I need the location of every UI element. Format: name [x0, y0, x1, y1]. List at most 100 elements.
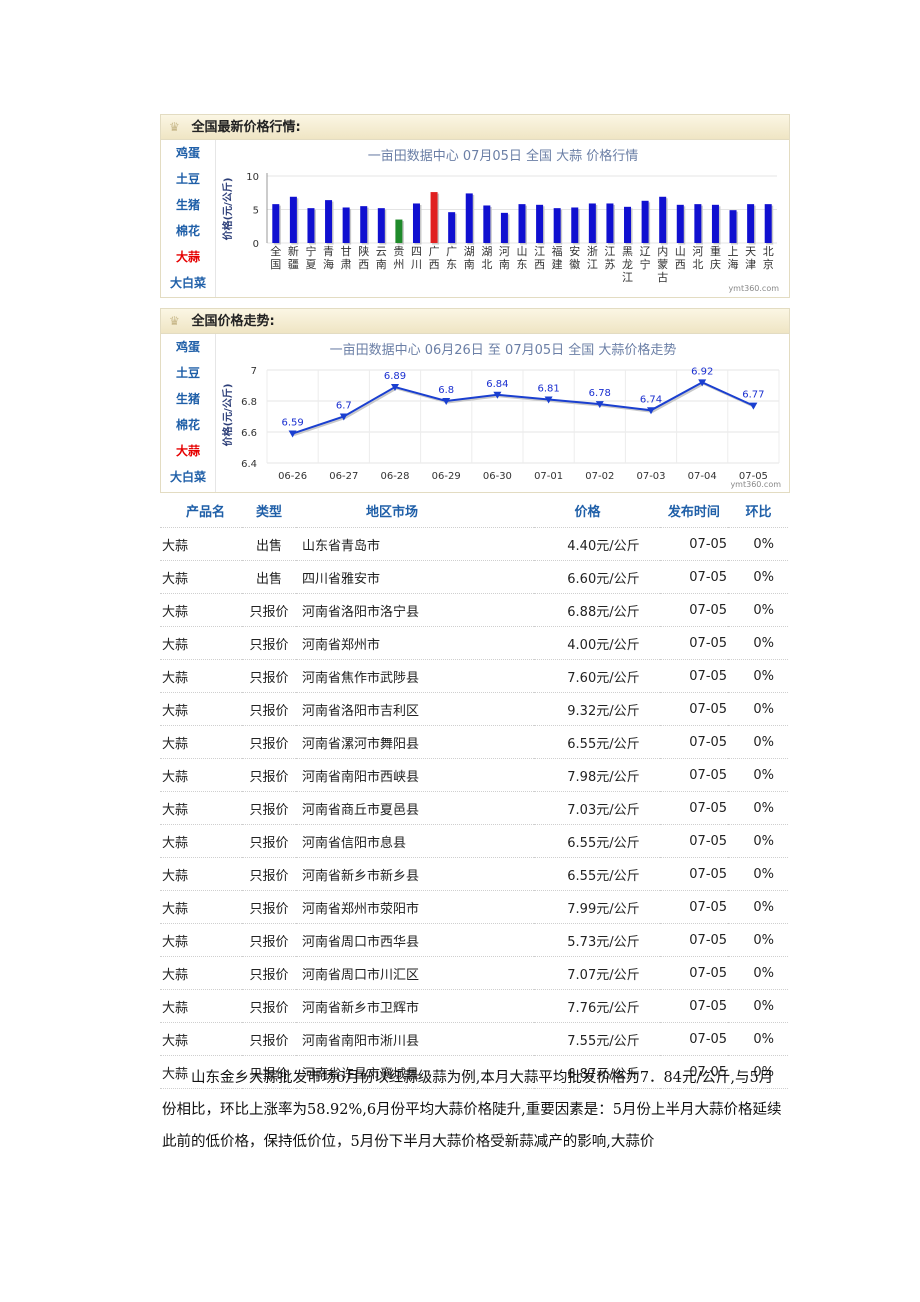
cell-price: 6.55元/公斤	[534, 857, 660, 891]
x-tick-label: 山西	[675, 245, 686, 271]
col-region[interactable]: 地区市场	[295, 493, 535, 528]
x-tick-char: 重	[710, 244, 721, 258]
x-tick-char: 四	[411, 245, 422, 258]
x-tick-char: 京	[763, 257, 774, 271]
x-tick-label: 重庆	[710, 244, 721, 271]
cell-region: 山东省青岛市	[295, 527, 535, 561]
cell-price: 4.40元/公斤	[534, 527, 660, 561]
watermark: ymt360.com	[730, 480, 781, 489]
col-date[interactable]: 发布时间	[659, 493, 729, 528]
sidebar-item[interactable]: 大白菜	[161, 464, 215, 490]
cell-product: 大蒜	[160, 791, 243, 825]
cell-price: 7.76元/公斤	[534, 989, 660, 1023]
x-tick-label: 黑龙江	[622, 245, 633, 284]
sidebar-item[interactable]: 大蒜	[161, 438, 215, 464]
line-chart-container: 一亩田数据中心 06月26日 至 07月05日 全国 大蒜价格走势 价格(元/公斤…	[217, 335, 789, 491]
cell-product[interactable]: 大蒜	[160, 527, 243, 561]
x-tick-char: 江	[604, 245, 615, 258]
cell-price: 9.32元/公斤	[534, 692, 660, 726]
chart-title: 一亩田数据中心 06月26日 至 07月05日 全国 大蒜价格走势	[330, 342, 677, 358]
sidebar-item[interactable]: 鸡蛋	[161, 140, 215, 166]
bar	[641, 200, 649, 243]
chart-title: 一亩田数据中心 07月05日 全国 大蒜 价格行情	[368, 148, 639, 164]
data-label: 6.8	[438, 385, 454, 396]
bar	[500, 212, 508, 243]
x-tick-label: 安徽	[569, 244, 580, 271]
x-tick-char: 南	[499, 258, 510, 271]
cell-product[interactable]: 大蒜	[160, 560, 243, 594]
x-tick-label: 广西	[429, 245, 440, 271]
data-label: 6.77	[742, 390, 764, 401]
cell-type: 只报价	[242, 758, 296, 792]
cell-type: 出售	[242, 527, 296, 561]
x-tick-char: 西	[534, 258, 545, 271]
cell-type: 只报价	[242, 626, 296, 660]
x-tick-label: 06-27	[329, 471, 358, 482]
sidebar-item[interactable]: 生猪	[161, 192, 215, 218]
x-tick-char: 江	[622, 271, 633, 284]
col-change[interactable]: 环比	[728, 493, 788, 528]
cell-date: 07-05	[659, 989, 729, 1023]
x-tick-char: 海	[728, 257, 739, 271]
price-trend-header: ♛ 全国价格走势:	[161, 309, 789, 334]
x-tick-char: 河	[499, 245, 510, 258]
sidebar-item[interactable]: 生猪	[161, 386, 215, 412]
cell-type: 只报价	[242, 923, 296, 957]
table-row: 大蒜 只报价 河南省商丘市夏邑县 7.03元/公斤 07-05 0%	[160, 791, 788, 825]
x-tick-char: 河	[692, 245, 703, 258]
col-type[interactable]: 类型	[242, 493, 296, 528]
sidebar-item[interactable]: 土豆	[161, 166, 215, 192]
bar-chart: 一亩田数据中心 07月05日 全国 大蒜 价格行情价格(元/公斤) 0 5 10 全国新…	[221, 148, 779, 293]
cell-product: 大蒜	[160, 956, 243, 990]
col-price[interactable]: 价格	[534, 493, 660, 528]
x-tick-char: 浙	[587, 245, 598, 258]
x-tick-char: 苏	[604, 258, 615, 271]
sidebar-item[interactable]: 大蒜	[161, 244, 215, 270]
cell-type: 只报价	[242, 989, 296, 1023]
x-tick-label: 陕西	[358, 244, 369, 271]
bar	[360, 206, 368, 243]
sidebar-item[interactable]: 棉花	[161, 412, 215, 438]
x-tick-char: 东	[517, 258, 528, 271]
x-tick-label: 辽宁	[640, 245, 651, 271]
x-tick-char: 南	[464, 258, 475, 271]
cell-region: 河南省信阳市息县	[295, 824, 535, 858]
sidebar-item[interactable]: 土豆	[161, 360, 215, 386]
x-tick-char: 湖	[464, 245, 475, 258]
data-label: 6.78	[589, 388, 611, 399]
cell-date: 07-05	[659, 593, 729, 627]
cell-price: 7.60元/公斤	[534, 659, 660, 693]
line-chart: 一亩田数据中心 06月26日 至 07月05日 全国 大蒜价格走势价格(元/公斤…	[221, 342, 781, 489]
sidebar-item[interactable]: 大白菜	[161, 270, 215, 296]
cell-product: 大蒜	[160, 758, 243, 792]
x-tick-char: 天	[745, 245, 756, 258]
x-tick-char: 安	[569, 244, 580, 258]
cell-date: 07-05	[659, 890, 729, 924]
sidebar-item[interactable]: 棉花	[161, 218, 215, 244]
cell-change: 0%	[728, 659, 788, 693]
cell-change: 0%	[728, 560, 788, 594]
x-tick-char: 海	[323, 257, 334, 271]
cell-date: 07-05	[659, 758, 729, 792]
table-row: 大蒜 只报价 河南省洛阳市吉利区 9.32元/公斤 07-05 0%	[160, 692, 788, 726]
x-tick-label: 云南	[376, 245, 387, 271]
sidebar-item[interactable]: 鸡蛋	[161, 334, 215, 360]
cell-product: 大蒜	[160, 593, 243, 627]
col-product[interactable]: 产品名	[160, 493, 243, 528]
x-tick-char: 辽	[640, 245, 651, 258]
x-tick-label: 07-02	[585, 471, 614, 482]
cell-price: 7.99元/公斤	[534, 890, 660, 924]
x-tick-char: 北	[763, 245, 774, 258]
bar	[377, 208, 385, 243]
cell-type: 只报价	[242, 791, 296, 825]
table-row: 大蒜 只报价 河南省漯河市舞阳县 6.55元/公斤 07-05 0%	[160, 725, 788, 759]
cell-product: 大蒜	[160, 626, 243, 660]
cell-type: 只报价	[242, 692, 296, 726]
x-tick-label: 天津	[745, 245, 756, 271]
x-tick-char: 国	[270, 258, 281, 271]
x-tick-char: 山	[675, 245, 686, 258]
y-axis-label: 价格(元/公斤)	[221, 178, 234, 241]
cell-region: 河南省焦作市武陟县	[295, 659, 535, 693]
cell-date: 07-05	[659, 923, 729, 957]
x-tick-char: 全	[270, 244, 281, 258]
